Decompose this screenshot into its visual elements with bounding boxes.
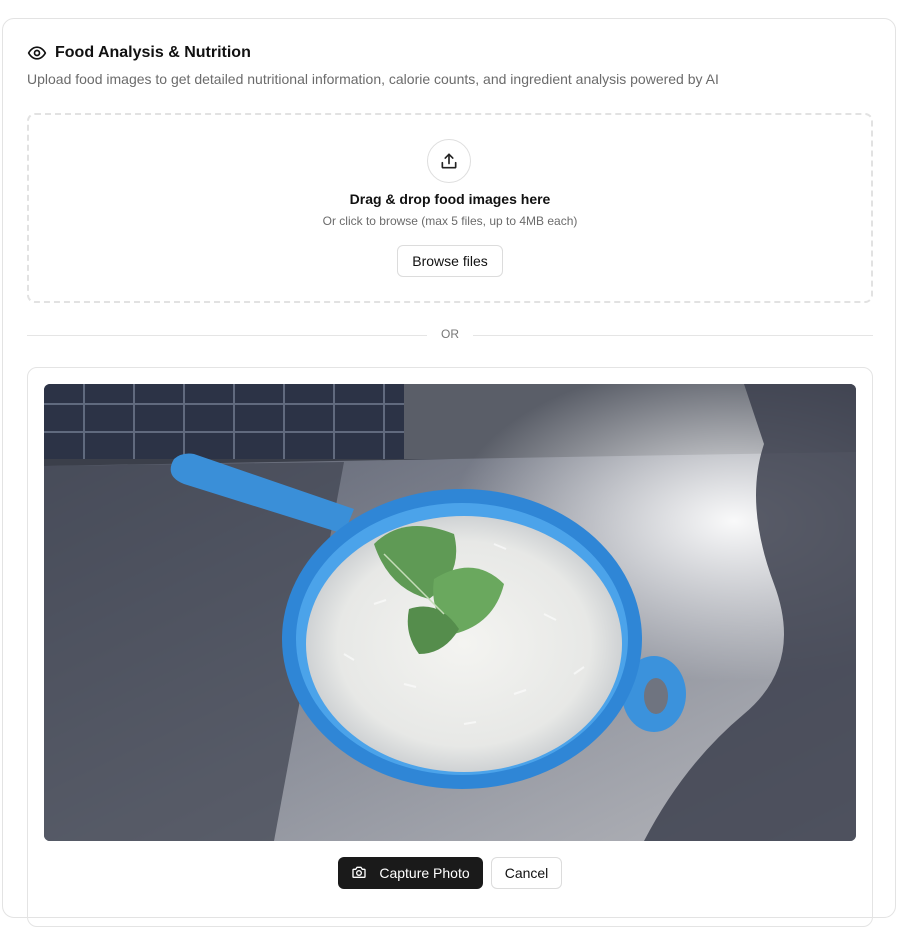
divider-line-left: [27, 335, 427, 336]
capture-photo-button[interactable]: Capture Photo: [338, 857, 483, 889]
or-divider: OR: [27, 326, 873, 344]
divider-label: OR: [441, 327, 459, 341]
eye-icon: [27, 43, 47, 63]
divider-line-right: [473, 335, 873, 336]
dropzone-hint: Or click to browse (max 5 files, up to 4…: [322, 214, 578, 228]
cancel-button[interactable]: Cancel: [491, 857, 562, 889]
capture-photo-label: Capture Photo: [379, 865, 470, 881]
browse-files-button[interactable]: Browse files: [397, 245, 503, 277]
camera-preview: [44, 384, 856, 841]
page-subtitle: Upload food images to get detailed nutri…: [27, 71, 719, 87]
dropzone-title: Drag & drop food images here: [349, 191, 551, 207]
camera-panel: Capture Photo Cancel: [27, 367, 873, 927]
food-analysis-card: Food Analysis & Nutrition Upload food im…: [2, 18, 896, 927]
upload-icon: [427, 139, 471, 183]
upload-dropzone[interactable]: Drag & drop food images here Or click to…: [27, 113, 873, 303]
camera-icon: [351, 864, 367, 883]
page-title: Food Analysis & Nutrition: [55, 44, 251, 61]
card-header: Food Analysis & Nutrition: [27, 43, 251, 63]
